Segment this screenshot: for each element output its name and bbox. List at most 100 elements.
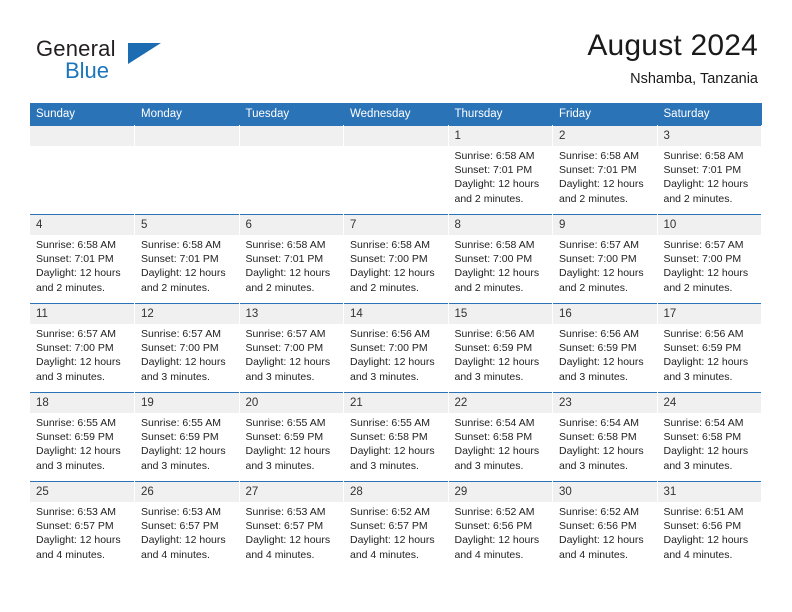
calendar-cell[interactable]: 12 Sunrise: 6:57 AM Sunset: 7:00 PM Dayligh… (134, 303, 240, 392)
calendar-day-cell[interactable]: 12 Sunrise: 6:57 AM Sunset: 7:00 PM Dayligh… (135, 303, 239, 392)
sunrise-text: Sunrise: 6:55 AM (141, 417, 221, 429)
calendar-cell[interactable]: 29 Sunrise: 6:52 AM Sunset: 6:56 PM Dayligh… (448, 481, 553, 570)
day-details: Sunrise: 6:51 AM Sunset: 6:56 PM Daylight:… (658, 502, 762, 562)
day-details: Sunrise: 6:58 AM Sunset: 7:01 PM Daylight:… (553, 146, 657, 206)
daylight-text: Daylight: 12 hours and 3 minutes. (36, 356, 121, 383)
calendar-cell[interactable]: 15 Sunrise: 6:56 AM Sunset: 6:59 PM Dayligh… (448, 303, 553, 392)
calendar-cell[interactable]: 17 Sunrise: 6:56 AM Sunset: 6:59 PM Dayligh… (657, 303, 762, 392)
calendar-cell[interactable]: 14 Sunrise: 6:56 AM Sunset: 7:00 PM Dayligh… (343, 303, 449, 392)
calendar-day-cell[interactable]: 29 Sunrise: 6:52 AM Sunset: 6:56 PM Dayligh… (448, 481, 552, 570)
calendar-day-cell[interactable]: 26 Sunrise: 6:53 AM Sunset: 6:57 PM Dayligh… (135, 481, 239, 570)
calendar-cell[interactable]: 24 Sunrise: 6:54 AM Sunset: 6:58 PM Dayligh… (657, 392, 762, 481)
brand-logo[interactable]: General Blue (36, 36, 236, 92)
day-number: 5 (135, 215, 239, 235)
day-number: 17 (657, 304, 761, 324)
calendar-day-cell[interactable]: 30 Sunrise: 6:52 AM Sunset: 6:56 PM Dayligh… (553, 481, 657, 570)
sunrise-text: Sunrise: 6:58 AM (454, 150, 535, 162)
calendar-day-cell[interactable]: 10 Sunrise: 6:57 AM Sunset: 7:00 PM Dayligh… (657, 214, 761, 303)
calendar-day-cell[interactable]: 9 Sunrise: 6:57 AM Sunset: 7:00 PM Daylight… (553, 214, 657, 303)
sunset-text: Sunset: 6:58 PM (559, 431, 637, 444)
sunset-text: Sunset: 6:58 PM (663, 431, 742, 444)
daylight-text: Daylight: 12 hours and 4 minutes. (141, 534, 226, 561)
calendar-cell[interactable]: 20 Sunrise: 6:55 AM Sunset: 6:59 PM Dayligh… (239, 392, 344, 481)
calendar-cell[interactable]: 25 Sunrise: 6:53 AM Sunset: 6:57 PM Dayligh… (30, 481, 135, 570)
calendar-cell[interactable]: 2 Sunrise: 6:58 AM Sunset: 7:01 PM Daylight… (552, 125, 658, 214)
sunset-text: Sunset: 6:57 PM (141, 520, 219, 533)
calendar-cell[interactable]: 3 Sunrise: 6:58 AM Sunset: 7:01 PM Daylight… (657, 125, 762, 214)
calendar-day-cell[interactable]: 11 Sunrise: 6:57 AM Sunset: 7:00 PM Dayligh… (30, 303, 134, 392)
calendar-day-cell[interactable]: 22 Sunrise: 6:54 AM Sunset: 6:58 PM Dayligh… (448, 392, 552, 481)
calendar-day-cell[interactable]: 2 Sunrise: 6:58 AM Sunset: 7:01 PM Daylight… (553, 125, 657, 214)
calendar-cell[interactable] (134, 125, 240, 214)
calendar-day-cell[interactable]: 8 Sunrise: 6:58 AM Sunset: 7:00 PM Daylight… (448, 214, 552, 303)
calendar-cell[interactable]: 19 Sunrise: 6:55 AM Sunset: 6:59 PM Dayligh… (134, 392, 240, 481)
calendar-cell[interactable]: 4 Sunrise: 6:58 AM Sunset: 7:01 PM Daylight… (30, 214, 135, 303)
calendar-day-cell[interactable]: 27 Sunrise: 6:53 AM Sunset: 6:57 PM Dayligh… (239, 481, 343, 570)
sunrise-text: Sunrise: 6:58 AM (141, 239, 221, 251)
weekday-header-wednesday: Wednesday (343, 103, 449, 125)
calendar-cell[interactable]: 10 Sunrise: 6:57 AM Sunset: 7:00 PM Dayligh… (657, 214, 762, 303)
calendar-day-cell[interactable]: 13 Sunrise: 6:57 AM Sunset: 7:00 PM Dayligh… (239, 303, 343, 392)
day-details: Sunrise: 6:55 AM Sunset: 6:59 PM Daylight:… (30, 413, 134, 473)
calendar-day-cell[interactable]: 16 Sunrise: 6:56 AM Sunset: 6:59 PM Dayligh… (553, 303, 657, 392)
calendar-cell[interactable] (30, 125, 135, 214)
day-number: 1 (448, 126, 552, 146)
daylight-text: Daylight: 12 hours and 2 minutes. (245, 267, 331, 294)
calendar-day-cell[interactable]: 28 Sunrise: 6:52 AM Sunset: 6:57 PM Dayligh… (344, 481, 448, 570)
calendar-cell[interactable]: 16 Sunrise: 6:56 AM Sunset: 6:59 PM Dayligh… (552, 303, 658, 392)
calendar-day-cell[interactable]: 23 Sunrise: 6:54 AM Sunset: 6:58 PM Dayligh… (553, 392, 657, 481)
calendar-cell[interactable] (343, 125, 449, 214)
calendar-day-cell[interactable]: 6 Sunrise: 6:58 AM Sunset: 7:01 PM Daylight… (239, 214, 343, 303)
calendar-day-cell[interactable]: 24 Sunrise: 6:54 AM Sunset: 6:58 PM Dayligh… (657, 392, 761, 481)
calendar-cell[interactable]: 5 Sunrise: 6:58 AM Sunset: 7:01 PM Daylight… (134, 214, 240, 303)
sunrise-text: Sunrise: 6:52 AM (454, 506, 535, 518)
daylight-text: Daylight: 12 hours and 3 minutes. (663, 445, 749, 472)
day-number: 13 (239, 304, 343, 324)
calendar-cell[interactable]: 22 Sunrise: 6:54 AM Sunset: 6:58 PM Dayligh… (448, 392, 553, 481)
calendar-cell[interactable]: 6 Sunrise: 6:58 AM Sunset: 7:01 PM Daylight… (239, 214, 344, 303)
calendar-day-cell[interactable]: 4 Sunrise: 6:58 AM Sunset: 7:01 PM Daylight… (30, 214, 134, 303)
calendar-day-cell[interactable]: 19 Sunrise: 6:55 AM Sunset: 6:59 PM Dayligh… (135, 392, 239, 481)
calendar-cell[interactable]: 8 Sunrise: 6:58 AM Sunset: 7:00 PM Daylight… (448, 214, 553, 303)
calendar-cell[interactable]: 28 Sunrise: 6:52 AM Sunset: 6:57 PM Dayligh… (343, 481, 449, 570)
calendar-cell[interactable]: 11 Sunrise: 6:57 AM Sunset: 7:00 PM Dayligh… (30, 303, 135, 392)
calendar-day-cell[interactable]: 1 Sunrise: 6:58 AM Sunset: 7:01 PM Daylight… (448, 125, 552, 214)
calendar-cell[interactable]: 13 Sunrise: 6:57 AM Sunset: 7:00 PM Dayligh… (239, 303, 344, 392)
calendar-day-cell[interactable]: 7 Sunrise: 6:58 AM Sunset: 7:00 PM Daylight… (344, 214, 448, 303)
calendar-cell[interactable]: 23 Sunrise: 6:54 AM Sunset: 6:58 PM Dayligh… (552, 392, 658, 481)
day-number: 21 (344, 393, 448, 413)
calendar-cell[interactable] (239, 125, 344, 214)
calendar-cell[interactable]: 1 Sunrise: 6:58 AM Sunset: 7:01 PM Daylight… (448, 125, 553, 214)
calendar-day-cell[interactable]: 5 Sunrise: 6:58 AM Sunset: 7:01 PM Daylight… (135, 214, 239, 303)
calendar-day-cell[interactable]: 18 Sunrise: 6:55 AM Sunset: 6:59 PM Dayligh… (30, 392, 134, 481)
calendar-week-row: 4 Sunrise: 6:58 AM Sunset: 7:01 PM Daylight… (30, 214, 762, 303)
day-number: 23 (553, 393, 657, 413)
calendar-day-cell[interactable]: 14 Sunrise: 6:56 AM Sunset: 7:00 PM Dayligh… (344, 303, 448, 392)
calendar-day-cell[interactable]: 21 Sunrise: 6:55 AM Sunset: 6:58 PM Dayligh… (344, 392, 448, 481)
calendar-day-cell[interactable]: 25 Sunrise: 6:53 AM Sunset: 6:57 PM Dayligh… (30, 481, 134, 570)
sunset-text: Sunset: 6:57 PM (350, 520, 428, 533)
sunrise-text: Sunrise: 6:58 AM (245, 239, 326, 251)
sunset-text: Sunset: 6:59 PM (559, 342, 637, 355)
daylight-text: Daylight: 12 hours and 3 minutes. (245, 445, 331, 472)
sunrise-text: Sunrise: 6:52 AM (350, 506, 430, 518)
calendar-cell[interactable]: 31 Sunrise: 6:51 AM Sunset: 6:56 PM Dayligh… (657, 481, 762, 570)
calendar-cell[interactable]: 18 Sunrise: 6:55 AM Sunset: 6:59 PM Dayligh… (30, 392, 135, 481)
calendar-cell[interactable]: 7 Sunrise: 6:58 AM Sunset: 7:00 PM Daylight… (343, 214, 449, 303)
calendar-day-cell[interactable]: 3 Sunrise: 6:58 AM Sunset: 7:01 PM Daylight… (657, 125, 761, 214)
day-number: 20 (239, 393, 343, 413)
calendar-cell[interactable]: 21 Sunrise: 6:55 AM Sunset: 6:58 PM Dayligh… (343, 392, 449, 481)
calendar-day-cell[interactable]: 20 Sunrise: 6:55 AM Sunset: 6:59 PM Dayligh… (239, 392, 343, 481)
daylight-text: Daylight: 12 hours and 2 minutes. (663, 178, 749, 205)
calendar-cell[interactable]: 27 Sunrise: 6:53 AM Sunset: 6:57 PM Dayligh… (239, 481, 344, 570)
calendar-day-cell[interactable]: 15 Sunrise: 6:56 AM Sunset: 6:59 PM Dayligh… (448, 303, 552, 392)
calendar-cell[interactable]: 9 Sunrise: 6:57 AM Sunset: 7:00 PM Daylight… (552, 214, 658, 303)
calendar-day-cell[interactable]: 31 Sunrise: 6:51 AM Sunset: 6:56 PM Dayligh… (657, 481, 762, 570)
day-details: Sunrise: 6:58 AM Sunset: 7:01 PM Daylight:… (135, 235, 239, 295)
calendar-cell[interactable]: 30 Sunrise: 6:52 AM Sunset: 6:56 PM Dayligh… (552, 481, 658, 570)
calendar-day-cell[interactable]: 17 Sunrise: 6:56 AM Sunset: 6:59 PM Dayligh… (657, 303, 761, 392)
calendar-cell[interactable]: 26 Sunrise: 6:53 AM Sunset: 6:57 PM Dayligh… (134, 481, 240, 570)
calendar-cell-empty (135, 125, 239, 214)
sunset-text: Sunset: 7:00 PM (559, 253, 637, 266)
day-number: 7 (344, 215, 448, 235)
